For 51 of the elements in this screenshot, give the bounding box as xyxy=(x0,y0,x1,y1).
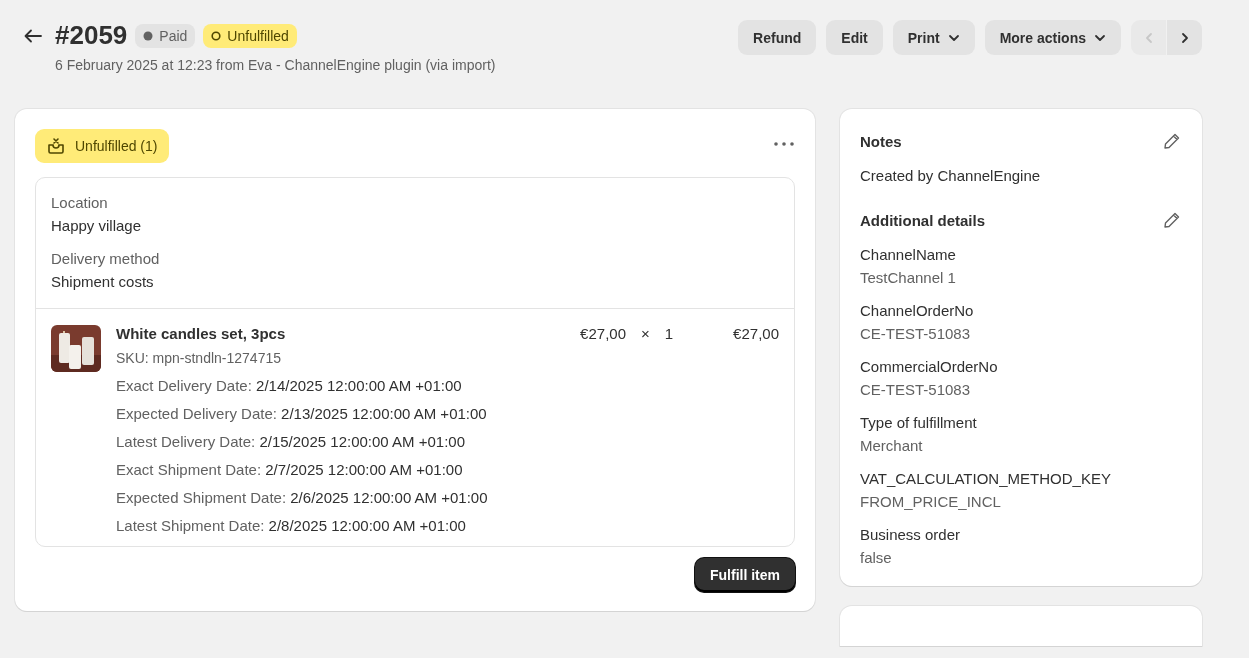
pencil-icon xyxy=(1162,210,1182,230)
ring-icon xyxy=(211,30,222,41)
product-sku: SKU: mpn-stndln-1274715 xyxy=(116,350,282,366)
detail-label: Business order xyxy=(860,526,962,543)
product-property: Exact Shipment Date: 2/7/2025 12:00:00 AM +01:00 xyxy=(116,461,464,478)
detail-value: CE-TEST-51083 xyxy=(860,325,972,342)
unfulfilled-status-badge: Unfulfilled (1) xyxy=(35,129,170,163)
dot-icon xyxy=(143,30,154,41)
product-property: Expected Delivery Date: 2/13/2025 12:00:00 AM +01:00 xyxy=(116,405,488,422)
notes-text: Created by ChannelEngine xyxy=(860,167,1042,184)
detail-value: false xyxy=(860,549,893,566)
box-icon xyxy=(47,137,65,155)
field-label: Delivery method xyxy=(51,250,161,267)
order-number: #2059 xyxy=(55,20,128,51)
action-button[interactable]: Edit xyxy=(826,20,883,55)
additional-details-title: Additional details xyxy=(860,211,985,229)
detail-label: CommercialOrderNo xyxy=(860,358,999,375)
detail-value: CE-TEST-51083 xyxy=(860,381,972,398)
next-button[interactable] xyxy=(1167,20,1202,55)
detail-label: ChannelOrderNo xyxy=(860,302,975,319)
detail-value: TestChannel 1 xyxy=(860,269,957,286)
ellipsis-icon xyxy=(773,141,795,147)
action-button[interactable]: More actions xyxy=(984,20,1121,55)
payment-status-badge: Paid xyxy=(135,23,196,48)
field-value: Happy village xyxy=(51,217,143,234)
detail-value: Merchant xyxy=(860,437,924,454)
fulfillment-status-badge: Unfulfilled xyxy=(203,23,297,48)
edit-notes-button[interactable] xyxy=(1162,131,1182,151)
detail-label: VAT_CALCULATION_METHOD_KEY xyxy=(860,470,1112,487)
product-title: White candles set, 3pcs xyxy=(116,325,287,342)
order-subtitle: 6 February 2025 at 12:23 from Eva - ChannelEngine plugin (via import) xyxy=(55,57,496,73)
notes-title: Notes xyxy=(860,132,902,150)
field-value: Shipment costs xyxy=(51,273,155,290)
action-button[interactable]: Refund xyxy=(738,20,817,55)
times-sign: × xyxy=(641,325,650,342)
line-total: €27,00 xyxy=(733,325,779,342)
action-button[interactable]: Print xyxy=(892,20,975,55)
detail-label: ChannelName xyxy=(860,246,957,263)
edit-details-button[interactable] xyxy=(1162,210,1182,230)
pencil-icon xyxy=(1162,131,1182,151)
product-property: Expected Shipment Date: 2/6/2025 12:00:00 AM +01:00 xyxy=(116,489,489,506)
detail-value: FROM_PRICE_INCL xyxy=(860,493,1002,510)
detail-label: Type of fulfillment xyxy=(860,414,978,431)
unit-price: €27,00 xyxy=(580,325,626,342)
product-property: Latest Delivery Date: 2/15/2025 12:00:00 AM +01:00 xyxy=(116,433,466,450)
product-property: Latest Shipment Date: 2/8/2025 12:00:00 AM +01:00 xyxy=(116,517,467,534)
quantity: 1 xyxy=(664,325,674,342)
back-arrow-icon xyxy=(24,28,42,43)
field-label: Location xyxy=(51,194,109,211)
fulfill-item-button[interactable]: Fulfill item xyxy=(695,558,795,592)
product-property: Exact Delivery Date: 2/14/2025 12:00:00 AM +01:00 xyxy=(116,377,463,394)
